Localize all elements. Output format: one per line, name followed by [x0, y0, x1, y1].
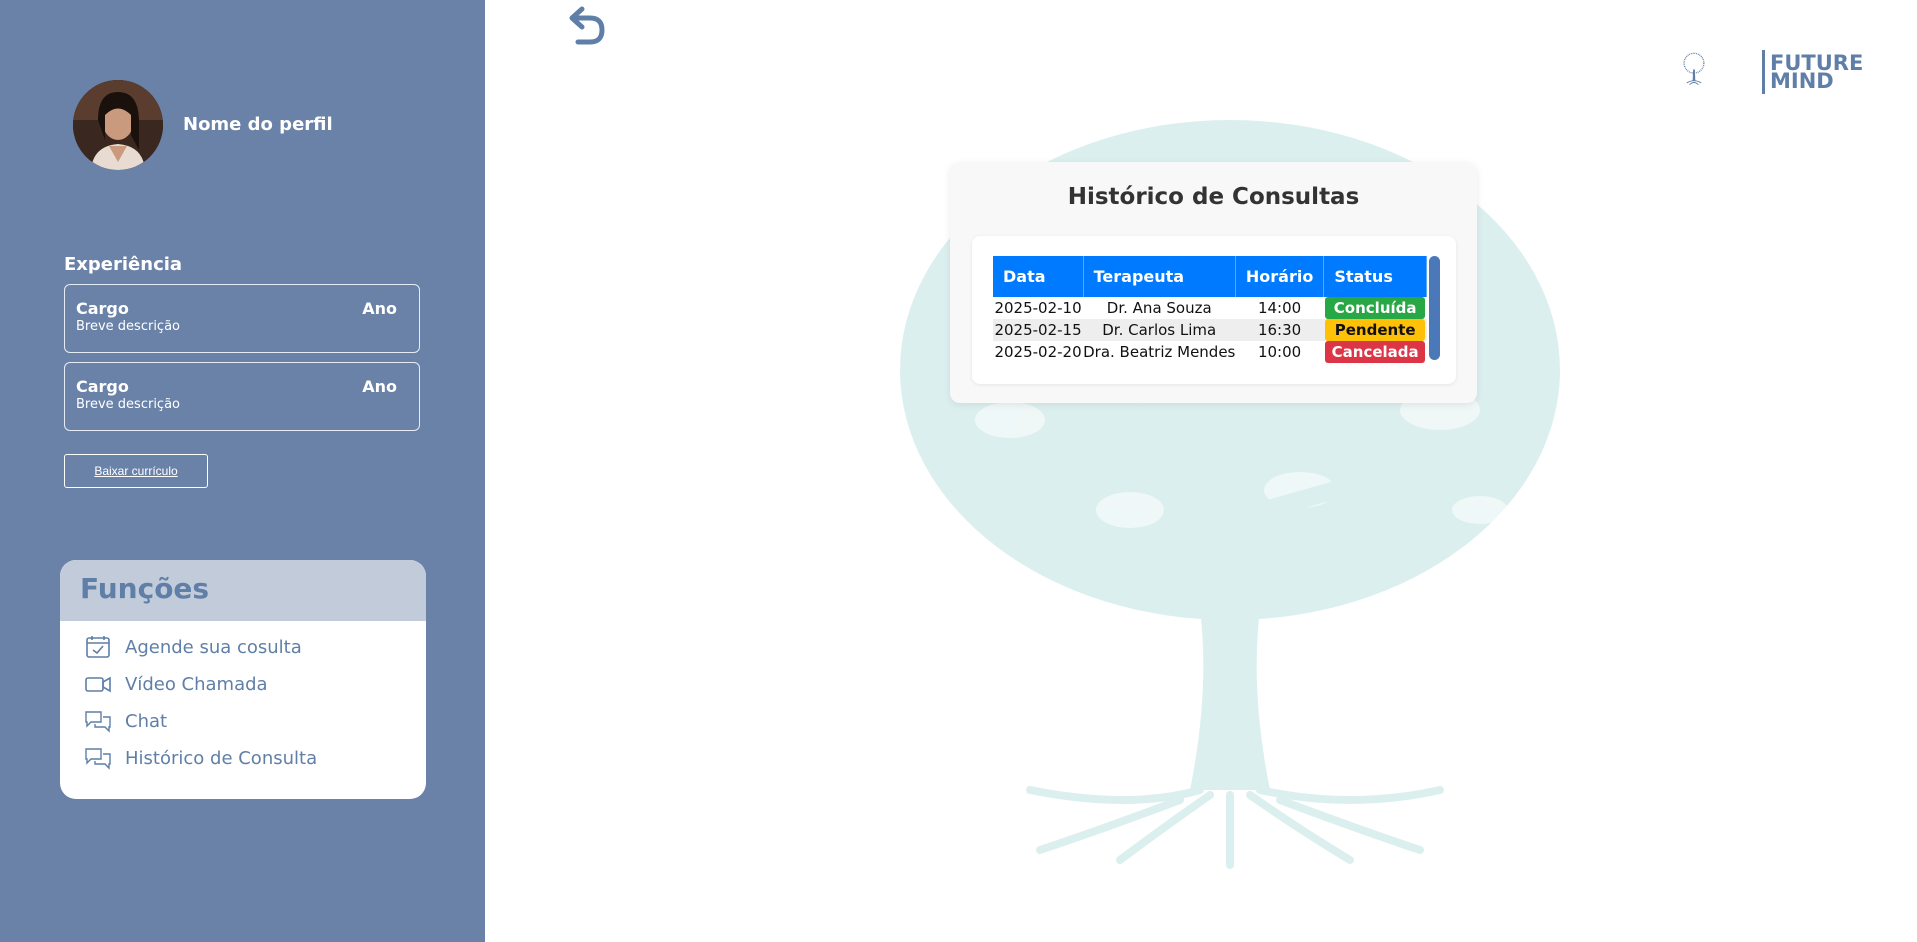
- logo-divider: [1762, 50, 1765, 94]
- table-row: 2025-02-20 Dra. Beatriz Mendes 10:00 Can…: [993, 341, 1427, 363]
- logo-text: FUTURE MIND: [1770, 53, 1863, 92]
- experience-description: Breve descrição: [76, 319, 180, 334]
- logo-tree-icon: [1683, 52, 1705, 86]
- cell-therapist: Dra. Beatriz Mendes: [1083, 343, 1236, 361]
- experience-year: Ano: [362, 299, 397, 318]
- status-badge: Pendente: [1325, 319, 1426, 341]
- cell-date: 2025-02-15: [993, 319, 1084, 341]
- history-table-container: Data Terapeuta Horário Status 2025-02-10…: [972, 236, 1456, 384]
- table-scrollbar[interactable]: [1429, 256, 1440, 360]
- function-label: Vídeo Chamada: [125, 673, 268, 695]
- cell-time: 14:00: [1257, 299, 1302, 317]
- download-cv-button[interactable]: Baixar currículo: [64, 454, 208, 488]
- table-row: 2025-02-10 Dr. Ana Souza 14:00 Concluída: [993, 297, 1427, 319]
- function-item-schedule[interactable]: Agende sua cosulta: [83, 634, 302, 660]
- experience-card: Cargo Ano Breve descrição: [64, 284, 420, 353]
- history-table: Data Terapeuta Horário Status 2025-02-10…: [993, 256, 1427, 363]
- undo-arrow-icon: [569, 6, 605, 45]
- functions-title: Funções: [60, 560, 426, 621]
- function-label: Histórico de Consulta: [125, 747, 318, 769]
- sidebar: Nome do perfil Experiência Cargo Ano Bre…: [0, 0, 485, 942]
- avatar: [73, 80, 163, 170]
- video-camera-icon: [83, 671, 113, 697]
- function-item-chat[interactable]: Chat: [83, 708, 167, 734]
- function-label: Chat: [125, 710, 168, 732]
- column-header-therapist: Terapeuta: [1083, 256, 1236, 297]
- cell-date: 2025-02-10: [994, 299, 1082, 317]
- status-badge: Concluída: [1325, 297, 1426, 319]
- functions-panel: Funções Agende sua cosulta Vídeo Chamada…: [60, 560, 426, 799]
- function-item-video-call[interactable]: Vídeo Chamada: [83, 671, 268, 697]
- experience-description: Breve descrição: [76, 397, 180, 412]
- history-title: Histórico de Consultas: [1067, 184, 1360, 210]
- column-header-date: Data: [993, 256, 1084, 297]
- back-button[interactable]: [560, 4, 610, 46]
- column-header-time: Horário: [1235, 256, 1325, 297]
- column-header-status: Status: [1323, 256, 1427, 297]
- experience-role: Cargo: [76, 377, 129, 396]
- history-table-scroll[interactable]: Data Terapeuta Horário Status 2025-02-10…: [993, 256, 1427, 364]
- chat-bubbles-icon: [83, 745, 113, 771]
- calendar-check-icon: [83, 634, 113, 660]
- profile-name: Nome do perfil: [183, 114, 333, 135]
- function-item-history[interactable]: Histórico de Consulta: [83, 745, 317, 771]
- chat-bubbles-icon: [83, 708, 113, 734]
- experience-year: Ano: [362, 377, 397, 396]
- cell-time: 10:00: [1257, 343, 1302, 361]
- cell-date: 2025-02-20: [994, 343, 1082, 361]
- cell-therapist: Dr. Ana Souza: [1106, 299, 1212, 317]
- cell-therapist: Dr. Carlos Lima: [1083, 319, 1236, 341]
- experience-card: Cargo Ano Breve descrição: [64, 362, 420, 431]
- experience-role: Cargo: [76, 299, 129, 318]
- status-badge: Cancelada: [1325, 341, 1426, 363]
- history-card: Histórico de Consultas Data Terapeuta Ho…: [950, 162, 1477, 403]
- experience-title: Experiência: [64, 254, 183, 275]
- function-label: Agende sua cosulta: [125, 636, 302, 658]
- cell-time: 16:30: [1235, 319, 1324, 341]
- table-row: 2025-02-15 Dr. Carlos Lima 16:30 Pendent…: [993, 319, 1427, 341]
